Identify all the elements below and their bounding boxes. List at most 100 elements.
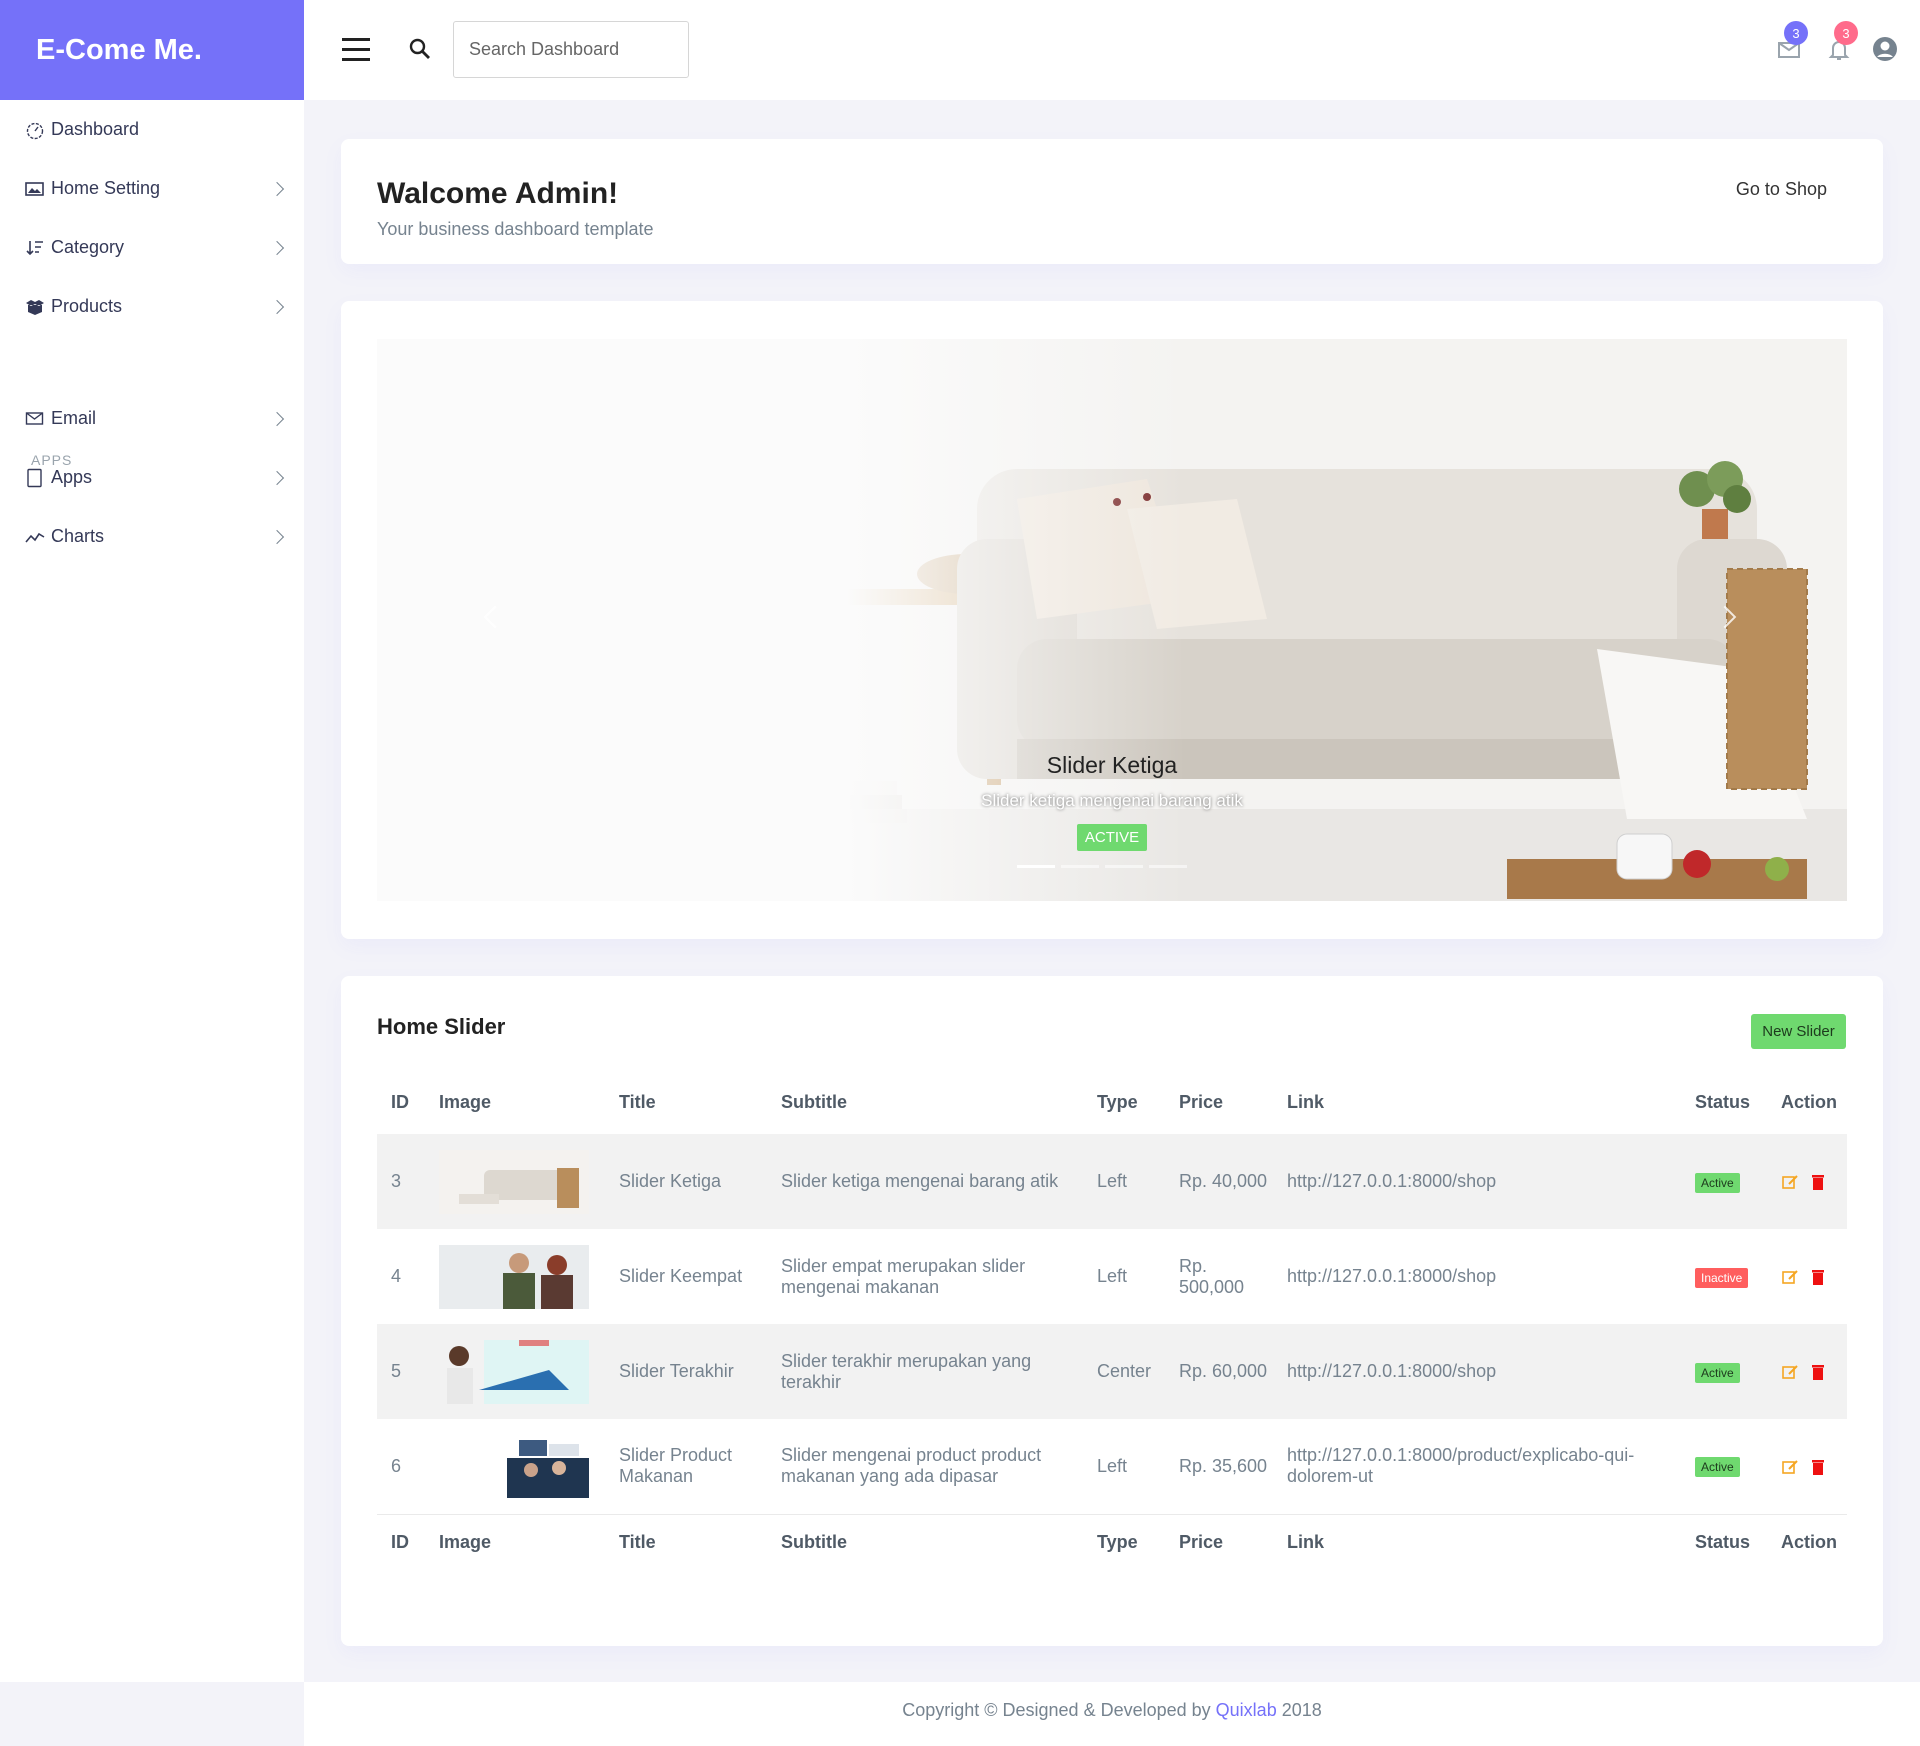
search-input[interactable] [453, 21, 689, 78]
status-badge: Active [1695, 1172, 1740, 1193]
column-footer: Status [1681, 1513, 1767, 1570]
carousel-indicator[interactable] [1061, 865, 1099, 868]
cell-title: Slider Product Makanan [619, 1445, 733, 1487]
slider-thumbnail [439, 1434, 589, 1499]
delete-icon[interactable] [1809, 1268, 1827, 1286]
edit-icon[interactable] [1781, 1173, 1799, 1191]
cell-type: Left [1097, 1171, 1128, 1191]
notification-count-badge: 3 [1834, 21, 1858, 45]
chevron-right-icon [269, 411, 285, 426]
menu-toggle-icon[interactable] [342, 38, 370, 61]
image-icon [25, 179, 45, 199]
cell-subtitle: Slider empat merupakan slider mengenai m… [781, 1255, 1026, 1297]
column-header[interactable]: ID [377, 1070, 425, 1134]
quixlab-link[interactable]: Quixlab [1216, 1700, 1277, 1720]
sidebar-item-apps[interactable]: Apps [0, 448, 304, 507]
edit-icon[interactable] [1781, 1268, 1799, 1286]
sidebar-item-label: Dashboard [51, 119, 140, 139]
cell-type: Left [1097, 1266, 1128, 1286]
cell-title: Slider Ketiga [619, 1171, 722, 1191]
slider-thumbnail [439, 1244, 589, 1309]
cell-id: 5 [391, 1361, 402, 1381]
column-footer: Image [425, 1513, 605, 1570]
cell-price: Rp. 40,000 [1179, 1171, 1268, 1191]
column-header[interactable]: Type [1083, 1070, 1165, 1134]
cell-subtitle: Slider terakhir merupakan yang terakhir [781, 1350, 1032, 1392]
page-footer: Copyright © Designed & Developed by Quix… [304, 1682, 1920, 1746]
table-row: 3 Slider Ketiga Slider ketiga mengenai b… [377, 1134, 1847, 1229]
go-to-shop-link[interactable]: Go to Shop [1736, 179, 1827, 200]
cell-link: http://127.0.0.1:8000/shop [1287, 1361, 1497, 1381]
carousel-indicator[interactable] [1105, 865, 1143, 868]
carousel-status-badge: ACTIVE [1077, 824, 1147, 851]
column-header[interactable]: Action [1767, 1070, 1847, 1134]
speedometer-icon [25, 120, 45, 140]
chevron-right-icon [269, 240, 285, 255]
delete-icon[interactable] [1809, 1458, 1827, 1476]
new-slider-button[interactable]: New Slider [1751, 1014, 1846, 1049]
chevron-right-icon [269, 181, 285, 196]
status-badge: Active [1695, 1457, 1740, 1478]
user-avatar-icon[interactable] [1872, 36, 1898, 62]
cell-id: 6 [391, 1455, 402, 1476]
cell-link: http://127.0.0.1:8000/shop [1287, 1266, 1497, 1286]
home-slider-card: Home Slider New Slider ID Image Title Su… [341, 976, 1883, 1646]
column-header[interactable]: Link [1273, 1070, 1681, 1134]
slider-thumbnail [439, 1149, 589, 1214]
delete-icon[interactable] [1809, 1173, 1827, 1191]
edit-icon[interactable] [1781, 1363, 1799, 1381]
sidebar-item-label: Email [51, 408, 97, 428]
sidebar-item-category[interactable]: Category [0, 218, 304, 277]
cell-title: Slider Terakhir [619, 1361, 734, 1381]
cell-subtitle: Slider mengenai product product makanan … [781, 1445, 1042, 1487]
cell-price: Rp. 35,600 [1179, 1455, 1268, 1476]
chevron-right-icon [269, 529, 285, 544]
carousel-indicator[interactable] [1017, 865, 1055, 868]
cell-subtitle: Slider ketiga mengenai barang atik [781, 1171, 1059, 1191]
copyright-text: Copyright © Designed & Developed by [902, 1700, 1211, 1720]
search-icon[interactable] [408, 37, 432, 61]
column-header[interactable]: Status [1681, 1070, 1767, 1134]
sidebar-item-dashboard[interactable]: Dashboard [0, 100, 304, 159]
slider-carousel[interactable]: Slider Ketiga Slider ketiga mengenai bar… [377, 339, 1847, 901]
column-footer: Action [1767, 1513, 1847, 1570]
column-header[interactable]: Price [1165, 1070, 1273, 1134]
cell-title: Slider Keempat [619, 1266, 743, 1286]
column-footer: Link [1273, 1513, 1681, 1570]
column-header[interactable]: Subtitle [767, 1070, 1083, 1134]
carousel-indicator[interactable] [1149, 865, 1187, 868]
living-room-image [377, 339, 1847, 901]
carousel-indicators[interactable] [1017, 865, 1187, 868]
cell-price: Rp. 60,000 [1179, 1361, 1268, 1381]
sidebar-item-email[interactable]: Email [0, 389, 304, 448]
table-title: Home Slider [377, 1014, 506, 1039]
edit-icon[interactable] [1781, 1458, 1799, 1476]
column-footer: ID [377, 1513, 425, 1570]
table-footer-row: ID Image Title Subtitle Type Price Link … [377, 1513, 1847, 1570]
envelope-icon [25, 409, 45, 429]
cell-type: Left [1097, 1455, 1128, 1476]
brand-logo[interactable]: E-Come Me. [0, 0, 304, 100]
sidebar-item-label: Charts [51, 526, 105, 546]
page-title: Walcome Admin! [377, 177, 619, 210]
sort-icon [25, 238, 45, 258]
table-row: 6 Slider Product Makanan Slider mengenai… [377, 1419, 1847, 1514]
page-subtitle: Your business dashboard template [377, 219, 654, 239]
delete-icon[interactable] [1809, 1363, 1827, 1381]
sidebar-item-charts[interactable]: Charts [0, 507, 304, 566]
column-footer: Type [1083, 1513, 1165, 1570]
status-badge: Inactive [1695, 1267, 1749, 1288]
sidebar-item-home-setting[interactable]: Home Setting [0, 159, 304, 218]
cell-price: Rp. 500,000 [1179, 1255, 1245, 1297]
slider-thumbnail [439, 1339, 589, 1404]
copyright-year: 2018 [1281, 1700, 1322, 1720]
column-footer: Title [605, 1513, 767, 1570]
column-header[interactable]: Image [425, 1070, 605, 1134]
cell-link: http://127.0.0.1:8000/shop [1287, 1171, 1497, 1191]
sidebar-item-label: Home Setting [51, 178, 161, 198]
table-row: 5 Slider Terakhir Slider terakhir merupa… [377, 1324, 1847, 1419]
column-header[interactable]: Title [605, 1070, 767, 1134]
slider-table: ID Image Title Subtitle Type Price Link … [377, 1070, 1847, 1570]
chevron-right-icon [269, 470, 285, 485]
sidebar-item-products[interactable]: Products [0, 277, 304, 336]
